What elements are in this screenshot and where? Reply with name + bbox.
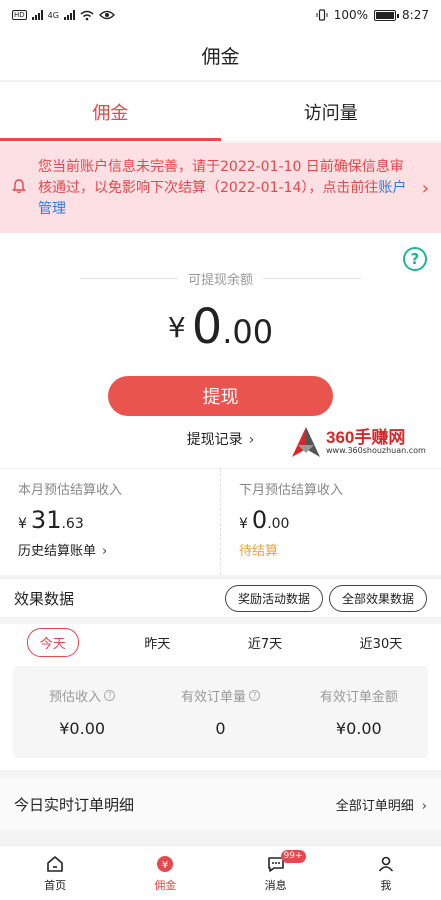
- tab-commission[interactable]: 佣金: [0, 82, 221, 141]
- all-orders-link[interactable]: 全部订单明细 ›: [336, 795, 427, 814]
- nav-messages[interactable]: 99+ 消息: [221, 846, 331, 900]
- chevron-right-icon: ›: [102, 544, 108, 559]
- page-title: 佣金: [0, 30, 441, 80]
- balance-label: 可提现余额: [188, 273, 254, 288]
- stat-valid-order-amount: 有效订单金额 ¥0.00: [290, 666, 428, 758]
- commission-icon: ¥: [155, 854, 175, 874]
- balance-label-row: 可提现余额: [80, 269, 362, 288]
- this-month-income: 本月预估结算收入 ¥31.63 历史结算账单 ›: [0, 469, 220, 575]
- stat-value: ¥0.00: [59, 719, 106, 738]
- currency-symbol: ¥: [18, 516, 27, 532]
- all-effect-data-button[interactable]: 全部效果数据: [328, 584, 427, 612]
- nav-messages-label: 消息: [264, 878, 287, 892]
- battery-icon: [374, 9, 400, 21]
- svg-text:¥: ¥: [162, 860, 168, 871]
- nav-home[interactable]: 首页: [0, 846, 110, 900]
- message-badge: 99+: [280, 850, 306, 863]
- divider: [263, 278, 362, 279]
- nav-profile[interactable]: 我: [331, 846, 441, 900]
- withdraw-records-label: 提现记录: [186, 432, 243, 448]
- tab-last-7-days[interactable]: 近7天: [236, 629, 294, 656]
- tab-today[interactable]: 今天: [26, 627, 79, 657]
- balance-card: ? 可提现余额 ¥0.00 提现 提现记录 › 360手赚网 www.360sho…: [0, 233, 441, 468]
- watermark: 360手赚网 www.360shouzhuan.com: [290, 421, 435, 465]
- bottom-nav: 首页 ¥ 佣金 99+ 消息 我: [0, 845, 441, 900]
- nav-commission[interactable]: ¥ 佣金: [110, 846, 220, 900]
- vibrate-icon: [316, 9, 328, 21]
- stat-value: 0: [215, 719, 226, 738]
- status-bar: HD 4G 100% 8:27: [0, 0, 441, 30]
- balance-amount: ¥0.00: [0, 299, 441, 355]
- signal-icon: [31, 10, 43, 20]
- nav-profile-label: 我: [380, 878, 392, 892]
- stat-valid-orders: 有效订单量? 0: [151, 666, 289, 758]
- value-decimal: .63: [61, 516, 84, 532]
- divider: [80, 278, 178, 279]
- network-label: 4G: [47, 10, 59, 20]
- settlement-history-link[interactable]: 历史结算账单 ›: [18, 540, 220, 559]
- stat-label: 预估收入?: [49, 686, 116, 705]
- income-summary: 本月预估结算收入 ¥31.63 历史结算账单 › 下月预估结算收入 ¥0.00 待…: [0, 468, 441, 575]
- stat-label-text: 有效订单金额: [319, 690, 398, 705]
- tab-bar: 佣金 访问量: [0, 81, 441, 141]
- pending-status: 待结算: [239, 544, 279, 559]
- all-orders-label: 全部订单明细: [335, 798, 414, 814]
- stat-label: 有效订单量?: [181, 686, 260, 705]
- currency-symbol: ¥: [239, 516, 248, 532]
- clock: 8:27: [402, 8, 429, 22]
- stat-estimated-income: 预估收入? ¥0.00: [13, 666, 151, 758]
- amount-decimal: .00: [222, 313, 274, 351]
- sim-hd-icon: HD: [12, 10, 27, 20]
- chevron-right-icon: ›: [421, 798, 427, 814]
- effect-data-header: 效果数据 奖励活动数据 全部效果数据: [0, 578, 441, 618]
- watermark-title: 360手赚网: [326, 428, 406, 447]
- help-icon[interactable]: ?: [403, 247, 427, 271]
- amount-integer: 0: [191, 299, 223, 355]
- account-notice-banner[interactable]: 您当前账户信息未完善，请于2022-01-10 日前确保信息审核通过，以免影响下…: [0, 143, 441, 233]
- tab-last-30-days[interactable]: 近30天: [348, 629, 415, 656]
- bell-icon: [12, 178, 28, 198]
- settlement-history-label: 历史结算账单: [18, 544, 97, 559]
- stat-label-text: 预估收入: [49, 690, 102, 705]
- stat-value: ¥0.00: [335, 719, 382, 738]
- battery-percent: 100%: [333, 8, 369, 22]
- watermark-logo-icon: [292, 427, 320, 457]
- realtime-orders-title: 今日实时订单明细: [14, 795, 135, 814]
- question-icon[interactable]: ?: [249, 690, 260, 701]
- effect-data-title: 效果数据: [14, 589, 75, 608]
- home-icon: [45, 854, 65, 874]
- chevron-right-icon: ›: [421, 177, 429, 199]
- withdraw-button[interactable]: 提现: [108, 376, 333, 416]
- value-integer: 31: [30, 506, 62, 534]
- value-integer: 0: [251, 506, 268, 534]
- realtime-orders-row: 今日实时订单明细 全部订单明细 ›: [0, 778, 441, 830]
- question-icon[interactable]: ?: [104, 690, 116, 701]
- stat-label: 有效订单金额: [320, 686, 398, 705]
- currency-symbol: ¥: [167, 311, 186, 344]
- eye-icon: [99, 10, 115, 20]
- tab-traffic[interactable]: 访问量: [221, 82, 441, 141]
- notice-message: 您当前账户信息未完善，请于2022-01-10 日前确保信息审核通过，以免影响下…: [38, 158, 404, 196]
- next-month-label: 下月预估结算收入: [239, 483, 344, 498]
- nav-home-label: 首页: [44, 878, 67, 892]
- watermark-url: www.360shouzhuan.com: [326, 446, 426, 455]
- this-month-value: ¥31.63: [18, 506, 220, 534]
- chevron-right-icon: ›: [248, 432, 255, 448]
- profile-icon: [376, 854, 396, 874]
- next-month-value: ¥0.00: [239, 506, 441, 534]
- reward-activity-data-button[interactable]: 奖励活动数据: [224, 584, 323, 612]
- tab-yesterday[interactable]: 昨天: [132, 629, 182, 656]
- wifi-icon: [80, 10, 94, 20]
- this-month-label: 本月预估结算收入: [18, 483, 123, 498]
- nav-commission-label: 佣金: [154, 878, 177, 892]
- next-month-income: 下月预估结算收入 ¥0.00 待结算: [220, 469, 441, 575]
- stat-label-text: 有效订单量: [180, 690, 246, 705]
- stats-section: 预估收入? ¥0.00 有效订单量? 0 有效订单金额 ¥0.00: [0, 660, 441, 770]
- notice-text: 您当前账户信息未完善，请于2022-01-10 日前确保信息审核通过，以免影响下…: [38, 157, 415, 220]
- stats-panel: 预估收入? ¥0.00 有效订单量? 0 有效订单金额 ¥0.00: [13, 666, 428, 758]
- signal-icon-2: [63, 10, 75, 20]
- date-range-tabs: 今天 昨天 近7天 近30天: [0, 624, 441, 660]
- value-decimal: .00: [267, 516, 290, 532]
